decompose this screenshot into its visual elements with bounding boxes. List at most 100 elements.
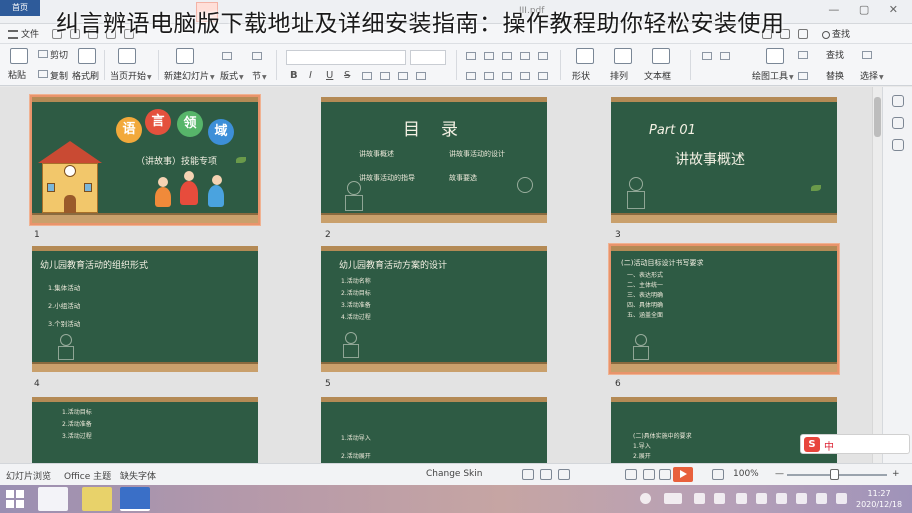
ime-tray-icon[interactable] [836,493,847,504]
align-left-icon[interactable] [466,72,476,80]
menu-file[interactable]: 文件 [8,27,39,40]
format-painter-label[interactable]: 格式刷 [72,69,99,82]
change-skin-button[interactable]: Change Skin [426,469,482,479]
more-icon[interactable] [798,29,808,39]
tray-app-icon[interactable] [736,493,747,504]
arrange-icon[interactable] [614,48,632,64]
scrollbar-thumb[interactable] [874,97,881,137]
slide-thumbnail-8[interactable]: 1.活动导入 2.活动展开 [319,395,549,463]
bold-button[interactable]: B [290,70,298,81]
format-painter-icon[interactable] [78,48,96,64]
normal-view-icon[interactable] [625,469,637,480]
underline-button[interactable]: U [326,70,333,81]
taskbar-app-explorer[interactable] [82,487,112,511]
ime-mode[interactable]: 中 [824,438,834,453]
layout-label[interactable]: 版式▼ [220,69,244,82]
shapes-icon[interactable] [576,48,594,64]
copy-label[interactable]: 复制 [50,69,68,82]
reading-icon[interactable] [558,469,570,480]
replace-small-icon[interactable] [798,72,808,80]
section-icon[interactable] [252,52,262,60]
draw-tools-label[interactable]: 绘图工具▼ [752,69,794,82]
new-slide-icon[interactable] [176,48,194,64]
play-button[interactable] [673,467,693,482]
vertical-scrollbar[interactable] [872,87,882,463]
notes-icon[interactable] [522,469,534,480]
select-button[interactable]: 选择▼ [860,69,884,82]
font-name-select[interactable] [286,50,406,65]
keyboard-icon[interactable] [664,493,682,504]
select-icon[interactable] [862,51,872,59]
pin-icon[interactable] [892,139,904,151]
text-box-icon[interactable] [652,48,670,64]
layout-icon[interactable] [222,52,232,60]
shapes-label[interactable]: 形状 [572,69,590,82]
tray-app-icon[interactable] [714,493,725,504]
numbering-icon[interactable] [484,52,494,60]
find-icon[interactable] [798,51,808,59]
columns-icon[interactable] [538,72,548,80]
copy-icon[interactable] [38,70,48,78]
bullets-icon[interactable] [466,52,476,60]
help-icon[interactable] [640,493,651,504]
zoom-out-button[interactable]: — [775,469,784,479]
new-slide-label[interactable]: 新建幻灯片▼ [164,69,215,82]
slide-thumbnail-1[interactable]: 语 言 领 域 （讲故事）技能专项 [30,95,260,225]
comment-icon[interactable] [540,469,552,480]
start-button[interactable] [6,490,24,508]
tray-app-icon[interactable] [694,493,705,504]
ime-logo-icon[interactable]: S [804,437,820,452]
play-from-current-label[interactable]: 当页开始▼ [110,69,152,82]
settings-icon[interactable] [892,117,904,129]
pointer-icon[interactable] [892,95,904,107]
find-menu[interactable]: 查找 [822,27,850,40]
clear-format-icon[interactable] [416,72,426,80]
paste-icon[interactable] [10,48,28,64]
section-label[interactable]: 节▼ [252,69,267,82]
tab-home[interactable]: 首页 [0,0,40,16]
tray-clock[interactable]: 11:27 2020/12/18 [856,488,902,510]
slide-thumbnail-3[interactable]: Part 01 讲故事概述 [609,95,839,225]
missing-font-button[interactable]: 缺失字体 [120,469,156,482]
indent-icon[interactable] [502,52,512,60]
find-button[interactable]: 查找 [826,48,844,61]
align-right-icon[interactable] [502,72,512,80]
slide-thumbnail-2[interactable]: 目 录 讲故事概述 讲故事活动的设计 讲故事活动的指导 故事要选 [319,95,549,225]
zoom-in-button[interactable]: + [892,469,900,479]
italic-button[interactable]: I [309,70,312,81]
taskbar-app-baidu[interactable] [38,487,68,511]
tray-app-icon[interactable] [776,493,787,504]
outdent-icon[interactable] [520,52,530,60]
slide-thumbnail-7[interactable]: 1.活动目标 2.活动准备 3.活动过程 [30,395,260,463]
superscript-icon[interactable] [362,72,372,80]
network-icon[interactable] [796,493,807,504]
replace-icon[interactable] [702,52,712,60]
align-center-icon[interactable] [484,72,494,80]
arrange-label[interactable]: 排列 [610,69,628,82]
font-color-icon[interactable] [398,72,408,80]
draw-tools-icon[interactable] [766,48,784,64]
style-icon[interactable] [720,52,730,60]
justify-icon[interactable] [520,72,530,80]
tray-app-icon[interactable] [756,493,767,504]
replace-button[interactable]: 替换 [826,69,844,82]
strike-button[interactable]: S [344,70,350,81]
slide-thumbnail-5[interactable]: 幼儿园教育活动方案的设计 1.活动名称 2.活动目标 3.活动准备 4.活动过程 [319,244,549,374]
subscript-icon[interactable] [380,72,390,80]
fit-icon[interactable] [712,469,724,480]
taskbar-app-wps[interactable] [120,487,150,511]
font-size-select[interactable] [410,50,446,65]
reading-view-icon[interactable] [659,469,671,480]
cut-icon[interactable] [38,50,48,58]
volume-icon[interactable] [816,493,827,504]
play-from-current-icon[interactable] [118,48,136,64]
paste-label[interactable]: 粘贴 [8,68,26,81]
window-controls[interactable]: — ▢ ✕ [828,3,906,16]
zoom-slider-thumb[interactable] [830,469,839,480]
line-spacing-icon[interactable] [538,52,548,60]
slide-thumbnail-6[interactable]: (二)活动目标设计书写要求 一、表达形式 二、主体统一 三、表达明确 四、具体明… [609,244,839,374]
text-box-label[interactable]: 文本框 [644,69,671,82]
slide-thumbnail-4[interactable]: 幼儿园教育活动的组织形式 1.集体活动 2.小组活动 3.个别活动 [30,244,260,374]
cut-label[interactable]: 剪切 [50,48,68,61]
ime-toolbar[interactable]: S 中 [800,434,910,454]
